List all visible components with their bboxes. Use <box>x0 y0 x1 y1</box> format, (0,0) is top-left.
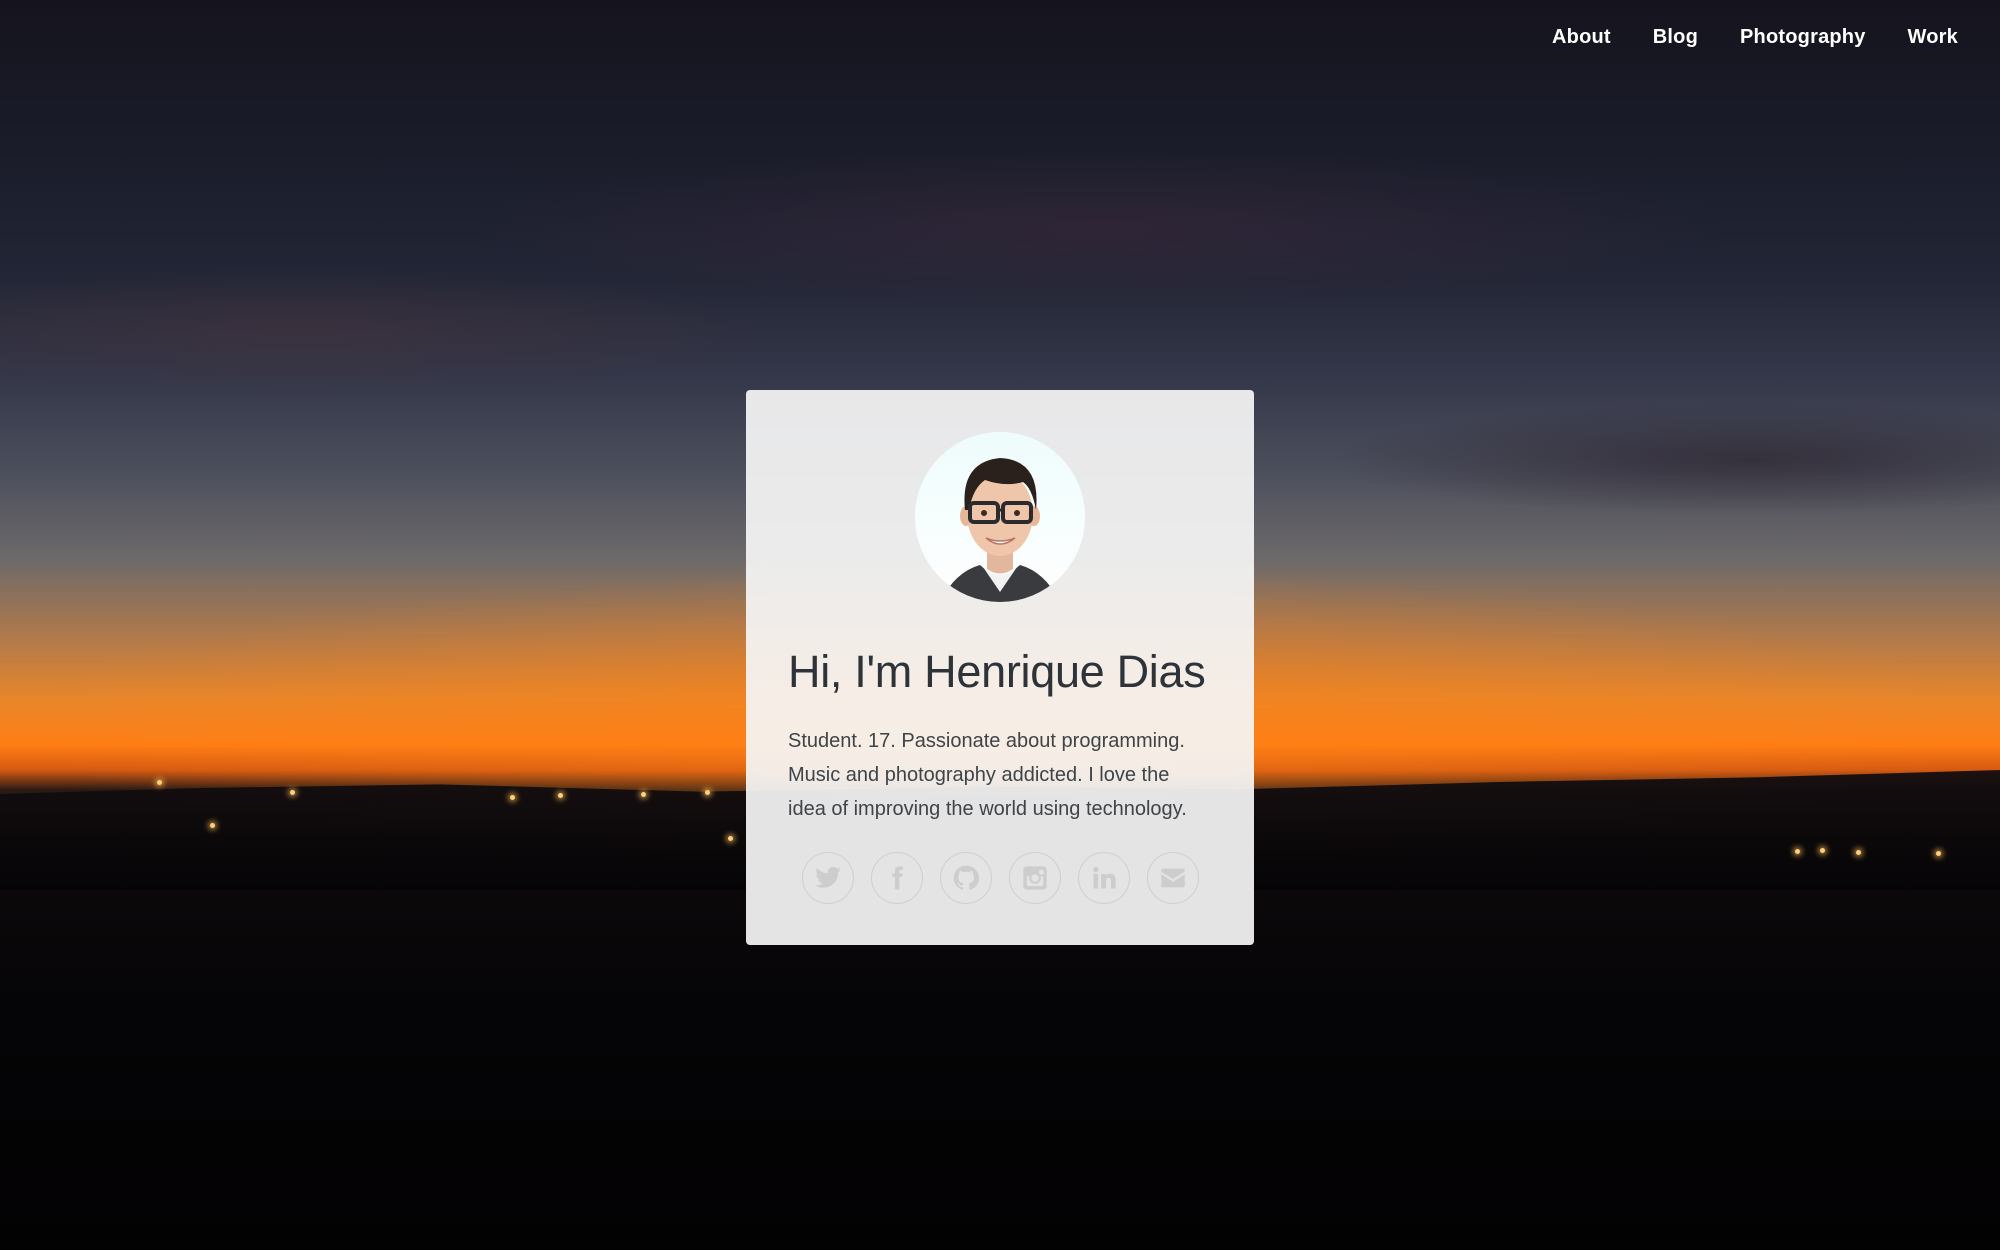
email-link[interactable] <box>1146 852 1199 904</box>
nav-blog[interactable]: Blog <box>1653 26 1698 49</box>
city-light <box>157 780 162 785</box>
twitter-link[interactable] <box>801 852 854 904</box>
city-light <box>1795 849 1800 854</box>
linkedin-icon <box>1092 866 1116 889</box>
city-light <box>1820 848 1825 853</box>
top-nav: About Blog Photography Work <box>1552 26 1958 49</box>
profile-bio: Student. 17. Passionate about programmin… <box>788 730 1187 820</box>
avatar <box>915 432 1085 602</box>
city-light <box>705 790 710 795</box>
instagram-link[interactable] <box>1008 852 1061 904</box>
facebook-icon <box>891 866 903 890</box>
github-icon <box>953 865 979 890</box>
city-light <box>1856 850 1861 855</box>
linkedin-link[interactable] <box>1077 852 1130 904</box>
city-light <box>641 792 646 797</box>
city-light <box>1936 851 1941 856</box>
avatar-portrait <box>915 432 1085 602</box>
facebook-link[interactable] <box>870 852 923 904</box>
social-links <box>788 852 1212 904</box>
city-light <box>728 836 733 841</box>
instagram-icon <box>1022 866 1047 890</box>
profile-card: Hi, I'm Henrique Dias Student. 17. Passi… <box>746 390 1254 945</box>
nav-work[interactable]: Work <box>1908 26 1958 49</box>
city-light <box>510 795 515 800</box>
page-title: Hi, I'm Henrique Dias <box>788 646 1206 697</box>
twitter-icon <box>814 866 841 888</box>
nav-photography[interactable]: Photography <box>1740 26 1866 49</box>
github-link[interactable] <box>939 852 992 904</box>
city-light <box>290 790 295 795</box>
nav-about[interactable]: About <box>1552 26 1611 49</box>
email-icon <box>1160 868 1185 888</box>
page: About Blog Photography Work Hi, I'm Henr… <box>0 0 2000 1250</box>
city-light <box>210 823 215 828</box>
city-light <box>558 793 563 798</box>
